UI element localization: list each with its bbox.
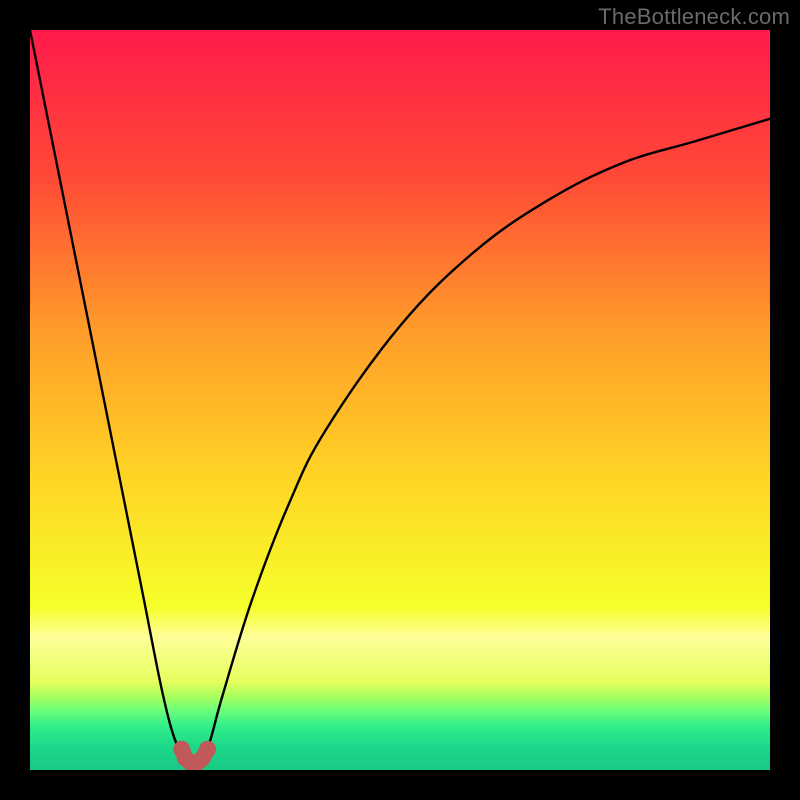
curves-layer (30, 30, 770, 770)
chart-frame: TheBottleneck.com (0, 0, 800, 800)
minimum-marker (173, 741, 216, 770)
watermark-text: TheBottleneck.com (598, 4, 790, 30)
bottleneck-curve (30, 30, 770, 770)
plot-area (30, 30, 770, 770)
